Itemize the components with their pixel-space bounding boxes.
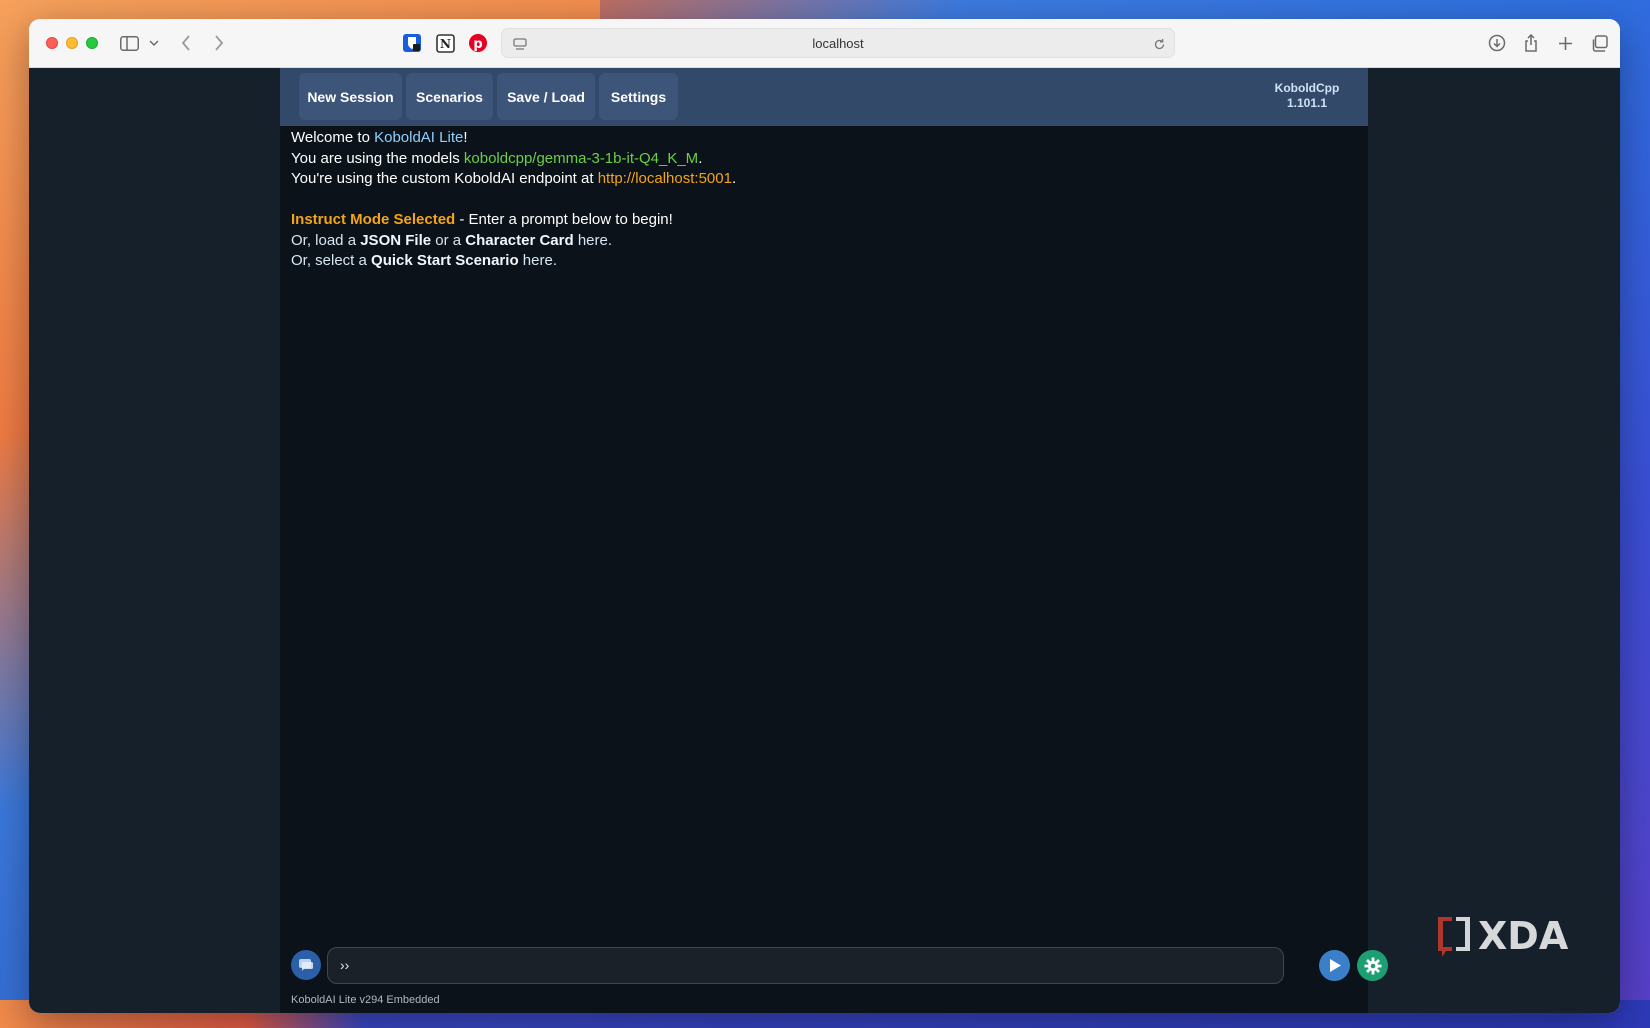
model-line: You are using the models koboldcpp/gemma… — [291, 149, 1351, 170]
load-line: Or, load a JSON File or a Character Card… — [291, 231, 1351, 252]
chat-mode-button[interactable] — [291, 950, 321, 980]
quick-start-label: Quick Start Scenario — [371, 252, 519, 269]
notion-extension-icon[interactable]: N — [433, 31, 457, 55]
downloads-icon[interactable] — [1485, 31, 1509, 55]
text: . — [607, 231, 613, 249]
welcome-line: Welcome to KoboldAI Lite! — [291, 128, 1351, 149]
character-card-label: Character Card — [465, 231, 574, 249]
text: Or, load a — [291, 231, 361, 249]
share-icon[interactable] — [1519, 31, 1543, 55]
window-close-button[interactable] — [46, 37, 58, 49]
text: Welcome to — [291, 129, 375, 146]
forward-icon[interactable] — [207, 31, 231, 55]
text: . — [552, 252, 557, 269]
brand-version: 1.101.1 — [1286, 96, 1328, 110]
text: You're using the custom KoboldAI endpoin… — [291, 170, 598, 187]
top-menu: New Session Scenarios Save / Load Settin… — [280, 68, 1368, 126]
pinterest-extension-icon[interactable]: p — [466, 31, 490, 55]
scenario-here-link[interactable]: here — [519, 252, 553, 269]
endpoint-line: You're using the custom KoboldAI endpoin… — [291, 169, 1351, 190]
text: . — [731, 170, 737, 187]
web-page: New Session Scenarios Save / Load Settin… — [29, 68, 1620, 1013]
text: - Enter a prompt below to begin! — [455, 211, 673, 228]
bitwarden-extension-icon[interactable] — [400, 31, 424, 55]
browser-toolbar: N p localhost — [29, 19, 1620, 68]
browser-window: N p localhost New Session Scenarios Save… — [29, 19, 1620, 1013]
tab-overview-icon[interactable] — [1587, 31, 1611, 55]
back-icon[interactable] — [174, 31, 198, 55]
svg-text:N: N — [440, 37, 451, 51]
kobold-app: New Session Scenarios Save / Load Settin… — [280, 68, 1388, 1013]
welcome-message: Welcome to KoboldAI Lite! You are using … — [291, 128, 1351, 272]
address-text: localhost — [812, 36, 864, 51]
endpoint-url: http://localhost:5001 — [597, 170, 732, 187]
mode-line: Instruct Mode Selected - Enter a prompt … — [291, 210, 1351, 231]
lite-version-label: KoboldAI Lite v294 Embedded — [291, 994, 440, 1006]
reload-icon[interactable] — [1147, 32, 1171, 56]
model-name: koboldcpp/gemma-3-1b-it-Q4_K_M — [463, 149, 699, 167]
scenario-line: Or, select a Quick Start Scenario here. — [291, 251, 1351, 272]
quick-settings-button[interactable] — [1357, 950, 1388, 981]
text: Or, select a — [291, 252, 372, 269]
prompt-input[interactable]: ›› — [327, 947, 1284, 984]
scenarios-button[interactable]: Scenarios — [406, 73, 493, 120]
new-session-button[interactable]: New Session — [299, 73, 402, 120]
new-tab-icon[interactable] — [1553, 31, 1577, 55]
window-minimize-button[interactable] — [66, 37, 78, 49]
xda-watermark-text: XDA — [1478, 914, 1569, 958]
window-zoom-button[interactable] — [86, 37, 98, 49]
load-here-link[interactable]: here — [574, 232, 608, 249]
address-bar[interactable]: localhost — [501, 28, 1175, 58]
text: ! — [463, 129, 468, 146]
sidebar-toggle-icon[interactable] — [117, 31, 141, 55]
send-button[interactable] — [1319, 950, 1350, 981]
settings-button[interactable]: Settings — [599, 73, 678, 120]
json-file-label: JSON File — [360, 231, 432, 249]
input-bar: ›› — [280, 946, 1388, 986]
brand-label: KoboldCpp 1.101.1 — [1262, 81, 1352, 111]
play-icon — [1329, 959, 1341, 972]
brand-name: KoboldCpp — [1274, 81, 1340, 95]
chevron-down-icon[interactable] — [142, 31, 166, 55]
svg-text:p: p — [473, 37, 482, 52]
instruct-mode-label: Instruct Mode Selected — [291, 211, 456, 228]
gear-icon — [1364, 957, 1381, 974]
text: . — [698, 149, 703, 167]
xda-watermark-logo: XDA — [1438, 914, 1569, 958]
save-load-button[interactable]: Save / Load — [497, 73, 595, 120]
text: You are using the models — [291, 149, 464, 167]
text: or a — [431, 231, 466, 249]
chat-icon — [299, 958, 313, 971]
koboldai-lite-link[interactable]: KoboldAI Lite — [374, 129, 463, 146]
